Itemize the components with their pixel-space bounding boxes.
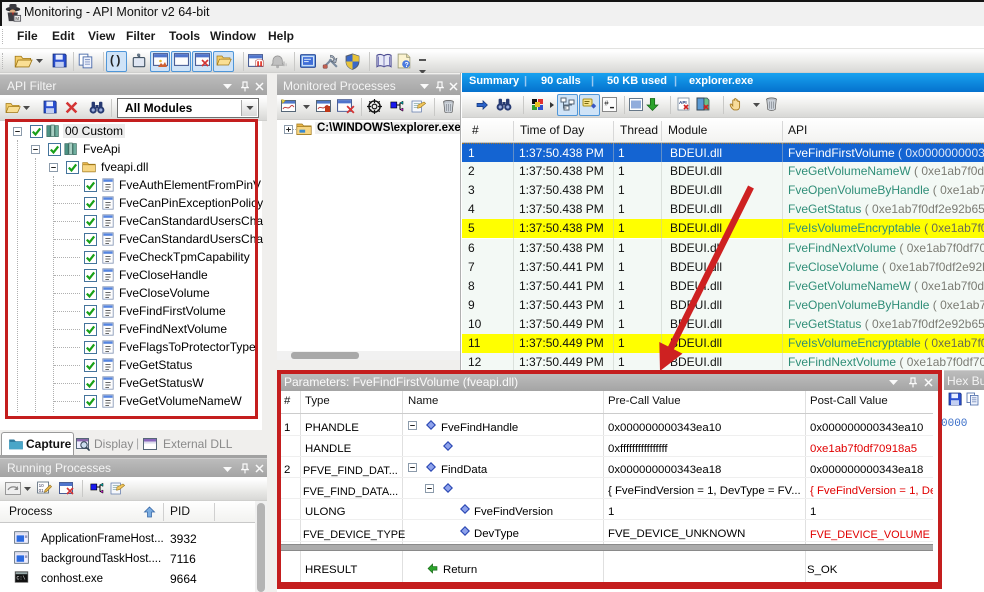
svg-text:M: M bbox=[15, 16, 19, 21]
svg-text:API: API bbox=[679, 100, 687, 105]
svg-text:01: 01 bbox=[39, 488, 45, 493]
svg-text:?: ? bbox=[405, 62, 409, 69]
